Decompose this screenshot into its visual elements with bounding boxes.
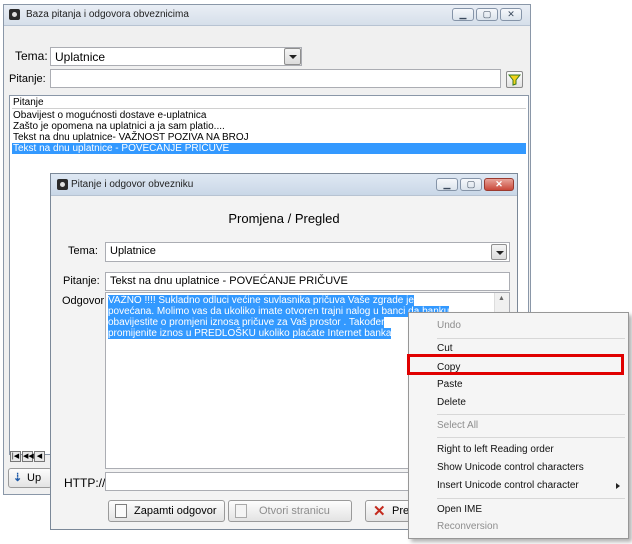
add-icon: ⇣	[13, 472, 23, 484]
record-navigator: |◀ ◀◀ ◀	[10, 451, 50, 463]
menu-item-insert-unicode[interactable]: Insert Unicode control character	[411, 477, 626, 495]
dialog-tema-combo[interactable]: Uplatnice	[105, 242, 510, 262]
tema-value: Uplatnice	[55, 50, 106, 64]
dialog-chevron-down-icon[interactable]	[491, 244, 507, 260]
context-menu: Undo Cut Copy Paste Delete Select All Ri…	[408, 312, 629, 539]
submenu-arrow-icon	[616, 483, 620, 489]
menu-separator	[437, 437, 625, 438]
prev-record-icon[interactable]: ◀	[34, 451, 45, 462]
list-item[interactable]: Tekst na dnu uplatnice- VAŽNOST POZIVA N…	[12, 132, 526, 143]
pitanje-label: Pitanje:	[9, 73, 46, 85]
dialog-tema-label: Tema:	[68, 245, 98, 257]
close-icon[interactable]: ✕	[500, 8, 522, 21]
open-page-icon	[235, 504, 247, 518]
menu-item-copy[interactable]: Copy	[411, 359, 626, 377]
http-label: HTTP://	[64, 476, 106, 490]
menu-item-cut[interactable]: Cut	[411, 340, 626, 358]
tema-label: Tema:	[15, 49, 48, 63]
add-question-button[interactable]: ⇣ Up	[8, 468, 52, 488]
add-question-label: Up	[27, 472, 42, 484]
pitanje-search-input[interactable]	[50, 69, 501, 88]
menu-item-rtl-reading[interactable]: Right to left Reading order	[411, 441, 626, 459]
dialog-tema-value: Uplatnice	[110, 245, 156, 257]
chevron-down-icon[interactable]	[284, 48, 301, 65]
menu-item-paste[interactable]: Paste	[411, 376, 626, 394]
dialog-pitanje-label: Pitanje:	[63, 275, 100, 287]
save-icon	[115, 504, 127, 518]
menu-item-select-all[interactable]: Select All	[411, 417, 626, 435]
list-item[interactable]: Zašto je opomena na uplatnici a ja sam p…	[12, 121, 526, 132]
main-title-bar: Baza pitanja i odgovora obveznicima ▁ ▢ …	[4, 5, 530, 26]
app-icon	[9, 9, 20, 20]
odgovor-line: povećana. Molimo vas da ukoliko imate ot…	[108, 306, 450, 317]
maximize-icon[interactable]: ▢	[476, 8, 498, 21]
odgovor-line: VAŽNO !!!! Sukladno odluci većine suvlas…	[108, 295, 414, 306]
open-page-label: Otvori stranicu	[259, 505, 330, 517]
menu-separator	[437, 498, 625, 499]
odgovor-line: obavijestite o promjeni iznosa pričuve z…	[108, 317, 385, 328]
filter-icon[interactable]	[506, 71, 523, 88]
menu-item-open-ime[interactable]: Open IME	[411, 501, 626, 519]
odgovor-label: Odgovor:	[62, 295, 108, 307]
dialog-title-bar: Pitanje i odgovor obvezniku ▁ ▢ ✕	[51, 174, 517, 196]
save-answer-label: Zapamti odgovor	[134, 505, 217, 517]
list-header: Pitanje	[12, 97, 526, 109]
menu-item-delete[interactable]: Delete	[411, 394, 626, 412]
minimize-icon[interactable]: ▁	[452, 8, 474, 21]
scroll-up-icon[interactable]: ▲	[498, 295, 505, 302]
list-item-selected[interactable]: Tekst na dnu uplatnice - POVEĆANJE PRIČU…	[12, 143, 526, 154]
tema-combo[interactable]: Uplatnice	[50, 47, 302, 66]
odgovor-line: promijenite iznos u PREDLOŠKU ukoliko pl…	[108, 328, 392, 339]
dialog-pitanje-input[interactable]: Tekst na dnu uplatnice - POVEĆANJE PRIČU…	[105, 272, 510, 291]
menu-item-reconversion[interactable]: Reconversion	[411, 518, 626, 536]
dialog-title: Pitanje i odgovor obvezniku	[71, 179, 194, 190]
menu-item-show-unicode[interactable]: Show Unicode control characters	[411, 459, 626, 477]
dialog-close-icon[interactable]: ✕	[484, 178, 514, 191]
cancel-x-icon: ✕	[373, 503, 386, 520]
menu-separator	[437, 338, 625, 339]
menu-item-undo[interactable]: Undo	[411, 317, 626, 335]
dialog-pitanje-value: Tekst na dnu uplatnice - POVEĆANJE PRIČU…	[110, 275, 348, 287]
menu-separator	[437, 414, 625, 415]
dialog-minimize-icon[interactable]: ▁	[436, 178, 458, 191]
save-answer-button[interactable]: Zapamti odgovor	[108, 500, 225, 522]
dialog-heading: Promjena / Pregled	[228, 211, 340, 226]
list-item[interactable]: Obavijest o mogućnosti dostave e-uplatni…	[12, 110, 526, 121]
main-window-title: Baza pitanja i odgovora obveznicima	[26, 9, 189, 20]
dialog-maximize-icon[interactable]: ▢	[460, 178, 482, 191]
dialog-app-icon	[57, 179, 68, 190]
first-record-icon[interactable]: |◀	[10, 451, 21, 462]
open-page-button[interactable]: Otvori stranicu	[228, 500, 352, 522]
prev-page-icon[interactable]: ◀◀	[22, 451, 34, 462]
